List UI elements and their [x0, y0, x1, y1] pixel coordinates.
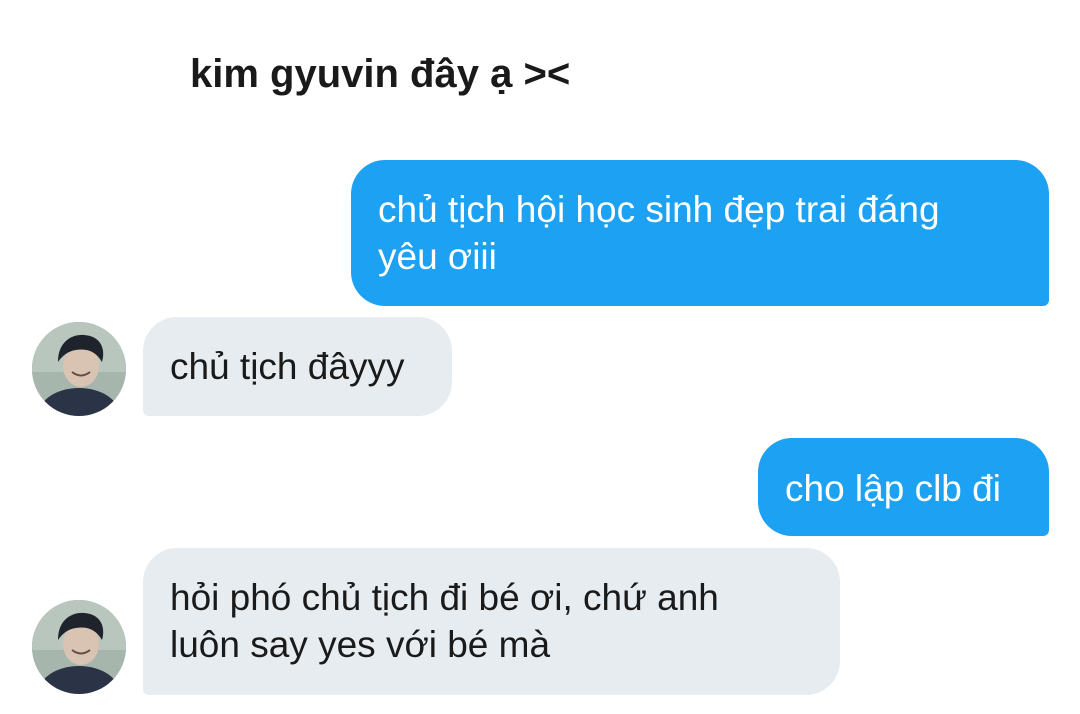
message-text: cho lập clb đi — [785, 468, 1001, 509]
message-text: hỏi phó chủ tịch đi bé ơi, chứ anh luôn … — [170, 577, 719, 665]
received-message-bubble[interactable]: hỏi phó chủ tịch đi bé ơi, chứ anh luôn … — [143, 548, 840, 695]
message-text: chủ tịch đâyyy — [170, 346, 405, 387]
avatar[interactable] — [32, 600, 126, 694]
conversation-title: kim gyuvin đây ạ >< — [190, 52, 571, 96]
sent-message-bubble[interactable]: cho lập clb đi — [758, 438, 1049, 536]
avatar[interactable] — [32, 322, 126, 416]
sent-message-bubble[interactable]: chủ tịch hội học sinh đẹp trai đáng yêu … — [351, 160, 1049, 306]
message-text: chủ tịch hội học sinh đẹp trai đáng yêu … — [378, 189, 940, 277]
received-message-bubble[interactable]: chủ tịch đâyyy — [143, 317, 452, 416]
avatar-photo-icon — [32, 600, 126, 694]
avatar-photo-icon — [32, 322, 126, 416]
